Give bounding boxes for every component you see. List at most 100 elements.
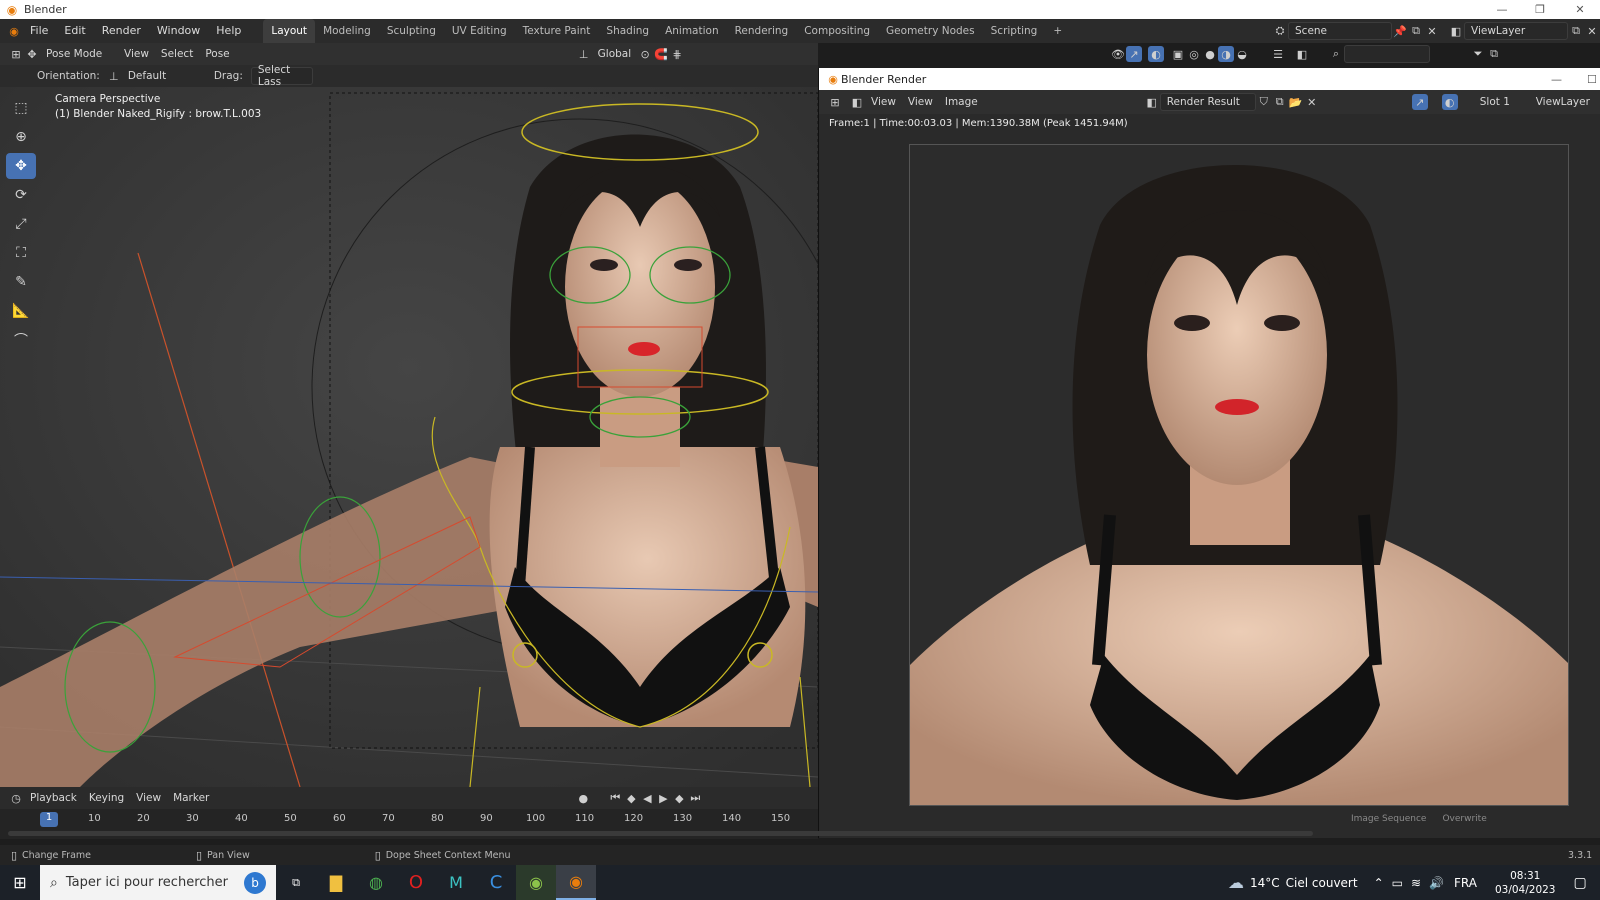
- weather-desc[interactable]: Ciel couvert: [1286, 876, 1358, 890]
- jump-start-icon[interactable]: ⏮: [607, 790, 623, 806]
- render-result-image[interactable]: [909, 144, 1569, 806]
- timeline[interactable]: 1 10 20 30 40 50 60 70 80 90 100 110 120…: [0, 809, 1313, 839]
- cursor-icon[interactable]: ⊕: [6, 124, 36, 150]
- tab-uv-editing[interactable]: UV Editing: [444, 19, 515, 43]
- device-icon[interactable]: ▭: [1392, 876, 1403, 890]
- wifi-icon[interactable]: ≋: [1411, 876, 1421, 890]
- measure-icon[interactable]: 📐: [6, 298, 36, 324]
- visibility-icon[interactable]: 👁: [1110, 46, 1126, 62]
- menu-image[interactable]: Image: [939, 93, 984, 111]
- drag-selector[interactable]: Select Lass: [250, 64, 313, 88]
- new-scene-icon[interactable]: ⧉: [1408, 23, 1424, 39]
- delete-view-layer-icon[interactable]: ✕: [1584, 23, 1600, 39]
- editor-type-icon[interactable]: ⊞: [8, 46, 24, 62]
- view-layer-icon[interactable]: ◧: [1448, 23, 1464, 39]
- play-icon[interactable]: ▶: [655, 790, 671, 806]
- tab-texture-paint[interactable]: Texture Paint: [515, 19, 599, 43]
- material-shading-icon[interactable]: ◑: [1218, 46, 1234, 62]
- tab-scripting[interactable]: Scripting: [983, 19, 1046, 43]
- opera-icon[interactable]: O: [396, 865, 436, 900]
- app-icon[interactable]: ◉: [516, 865, 556, 900]
- menu-keying[interactable]: Keying: [83, 789, 130, 807]
- tab-modeling[interactable]: Modeling: [315, 19, 379, 43]
- display-mode-icon[interactable]: ◧: [1294, 46, 1310, 62]
- current-frame-indicator[interactable]: 1: [40, 812, 58, 827]
- relax-pose-icon[interactable]: ⌒: [6, 327, 36, 353]
- notification-icon[interactable]: ▢: [1574, 875, 1587, 891]
- menu-render[interactable]: Render: [94, 19, 149, 43]
- jump-keyframe-forward-icon[interactable]: ◆: [671, 790, 687, 806]
- auto-keying-icon[interactable]: ●: [575, 790, 591, 806]
- scene-icon[interactable]: ⛭: [1272, 23, 1288, 39]
- clock[interactable]: 08:31 03/04/2023: [1495, 869, 1556, 897]
- menu-pose[interactable]: Pose: [199, 45, 235, 63]
- menu-select[interactable]: Select: [155, 45, 199, 63]
- close-icon[interactable]: ✕: [1560, 0, 1600, 19]
- outliner-editor-icon[interactable]: ☰: [1270, 46, 1286, 62]
- weather-temp[interactable]: 14°C: [1250, 876, 1280, 890]
- filter-icon[interactable]: ⏷: [1470, 46, 1486, 62]
- transform-orientation-selector[interactable]: Global: [592, 45, 638, 63]
- menu-window[interactable]: Window: [149, 19, 208, 43]
- tab-geometry-nodes[interactable]: Geometry Nodes: [878, 19, 983, 43]
- scale-icon[interactable]: ⤢: [6, 211, 36, 237]
- jump-keyframe-back-icon[interactable]: ◆: [623, 790, 639, 806]
- slot-selector[interactable]: Slot 1: [1474, 93, 1530, 111]
- mode-selector[interactable]: Pose Mode: [40, 45, 118, 63]
- orientation-selector[interactable]: Default: [122, 67, 192, 85]
- tab-compositing[interactable]: Compositing: [796, 19, 878, 43]
- jump-end-icon[interactable]: ⏭: [687, 790, 703, 806]
- rotate-icon[interactable]: ⟳: [6, 182, 36, 208]
- new-image-icon[interactable]: ⧉: [1272, 94, 1288, 110]
- menu-edit[interactable]: Edit: [56, 19, 93, 43]
- volume-icon[interactable]: 🔊: [1429, 876, 1444, 890]
- blender-menu-icon[interactable]: ◉: [6, 23, 22, 39]
- play-reverse-icon[interactable]: ◀: [639, 790, 655, 806]
- wireframe-shading-icon[interactable]: ◎: [1186, 46, 1202, 62]
- editor-type-icon[interactable]: ⊞: [827, 94, 843, 110]
- new-view-layer-icon[interactable]: ⧉: [1568, 23, 1584, 39]
- language-indicator[interactable]: FRA: [1454, 876, 1477, 890]
- outliner-search-input[interactable]: [1344, 45, 1430, 63]
- windows-start-icon[interactable]: ⊞: [0, 865, 40, 900]
- render-maximize-icon[interactable]: ☐: [1587, 73, 1597, 86]
- bing-icon[interactable]: b: [244, 871, 266, 894]
- menu-marker[interactable]: Marker: [167, 789, 215, 807]
- pivot-point-icon[interactable]: ⊙: [637, 46, 653, 62]
- fake-user-icon[interactable]: ⛉: [1256, 94, 1272, 110]
- tab-sculpting[interactable]: Sculpting: [379, 19, 444, 43]
- menu-file[interactable]: File: [22, 19, 56, 43]
- image-selector[interactable]: Render Result: [1159, 93, 1256, 111]
- view-layer-selector[interactable]: ViewLayer: [1464, 22, 1568, 40]
- menu-view[interactable]: View: [118, 45, 155, 63]
- tab-layout[interactable]: Layout: [263, 19, 316, 43]
- pin-icon[interactable]: 📌: [1392, 23, 1408, 39]
- timeline-editor-icon[interactable]: ◷: [8, 790, 24, 806]
- add-workspace-button[interactable]: +: [1045, 19, 1070, 43]
- overlays-icon[interactable]: ◐: [1441, 94, 1458, 110]
- search-icon[interactable]: ⌕: [1328, 46, 1344, 62]
- weather-cloud-icon[interactable]: ☁: [1228, 873, 1244, 892]
- chrome-icon[interactable]: ◍: [356, 865, 396, 900]
- task-view-icon[interactable]: ⧉: [276, 865, 316, 900]
- unlink-image-icon[interactable]: ✕: [1304, 94, 1320, 110]
- new-collection-icon[interactable]: ⧉: [1486, 46, 1502, 62]
- xray-icon[interactable]: ▣: [1170, 46, 1186, 62]
- overwrite-checkbox[interactable]: Overwrite: [1442, 814, 1486, 824]
- restore-icon[interactable]: ❐: [1520, 0, 1560, 19]
- menu-playback[interactable]: Playback: [24, 789, 83, 807]
- chevron-up-icon[interactable]: ⌃: [1374, 876, 1384, 890]
- file-explorer-icon[interactable]: ▇: [316, 865, 356, 900]
- snap-icon[interactable]: 🧲: [653, 46, 669, 62]
- maya-icon[interactable]: M: [436, 865, 476, 900]
- render-minimize-icon[interactable]: —: [1551, 73, 1562, 86]
- 3d-viewport[interactable]: [0, 87, 818, 787]
- gizmo-icon[interactable]: ↗: [1411, 94, 1428, 110]
- open-image-icon[interactable]: 📂: [1288, 94, 1304, 110]
- taskbar-search-input[interactable]: ⌕ Taper ici pour rechercher b: [40, 865, 276, 900]
- gizmo-icon[interactable]: ↗: [1126, 46, 1142, 62]
- annotate-icon[interactable]: ✎: [6, 269, 36, 295]
- tab-animation[interactable]: Animation: [657, 19, 727, 43]
- timeline-scrollbar[interactable]: [8, 831, 1313, 836]
- delete-scene-icon[interactable]: ✕: [1424, 23, 1440, 39]
